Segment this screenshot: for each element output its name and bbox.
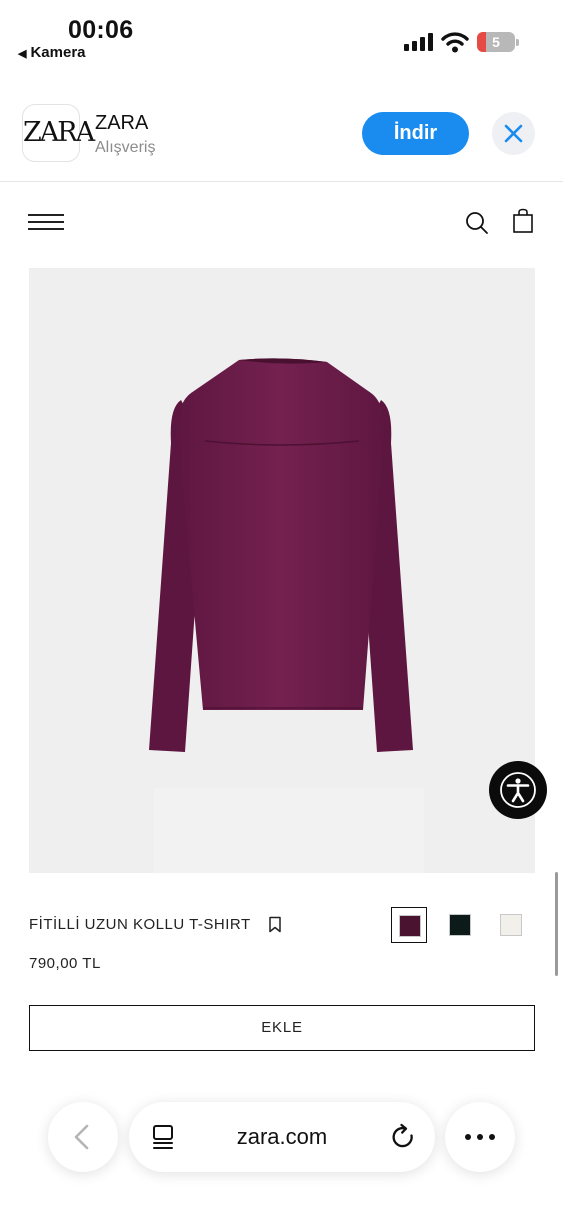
product-price: 790,00 TL: [29, 955, 101, 972]
app-category: Alışveriş: [95, 139, 156, 156]
add-to-cart-button[interactable]: EKLE: [29, 1005, 535, 1051]
accessibility-button[interactable]: [489, 761, 547, 819]
color-chip: [399, 915, 421, 937]
more-icon: [465, 1134, 495, 1140]
tabs-icon[interactable]: [151, 1124, 175, 1150]
battery-level: 5: [492, 34, 500, 50]
menu-icon[interactable]: [28, 211, 64, 233]
product-photo: [149, 358, 424, 873]
back-to-app-link[interactable]: ◀ Kamera: [18, 44, 86, 61]
download-app-button[interactable]: İndir: [362, 112, 469, 155]
url-text[interactable]: zara.com: [185, 1102, 379, 1172]
back-app-label: Kamera: [30, 44, 86, 61]
close-banner-button[interactable]: [492, 112, 535, 155]
browser-back-button[interactable]: [48, 1102, 118, 1172]
color-swatch-dark[interactable]: [442, 907, 478, 943]
wifi-icon: [441, 32, 469, 53]
color-swatch-white[interactable]: [493, 907, 529, 943]
status-bar: 00:06 ◀ Kamera 5: [0, 0, 563, 70]
shopping-bag-icon[interactable]: [512, 208, 534, 234]
accessibility-icon: [500, 772, 536, 808]
more-options-button[interactable]: [445, 1102, 515, 1172]
color-chip: [449, 914, 471, 936]
search-icon[interactable]: [464, 210, 490, 236]
back-triangle-icon: ◀: [18, 48, 27, 60]
app-name: ZARA: [95, 112, 149, 134]
color-chip: [500, 914, 522, 936]
back-arrow-icon: [74, 1124, 89, 1150]
zara-app-icon: ZARA: [22, 104, 95, 162]
scroll-indicator[interactable]: [555, 872, 558, 976]
status-time: 00:06: [68, 16, 134, 44]
signal-icon: [404, 33, 434, 51]
app-download-banner: ZARA ZARA Alışveriş İndir: [0, 90, 563, 182]
address-bar[interactable]: zara.com: [129, 1102, 435, 1172]
close-icon: [504, 124, 523, 143]
product-name: FİTİLLİ UZUN KOLLU T-SHIRT: [29, 916, 251, 933]
bookmark-icon[interactable]: [268, 916, 282, 933]
battery-icon: 5: [477, 32, 519, 52]
product-image[interactable]: [29, 268, 535, 873]
color-swatch-burgundy[interactable]: [391, 907, 427, 943]
reload-icon[interactable]: [389, 1123, 417, 1151]
